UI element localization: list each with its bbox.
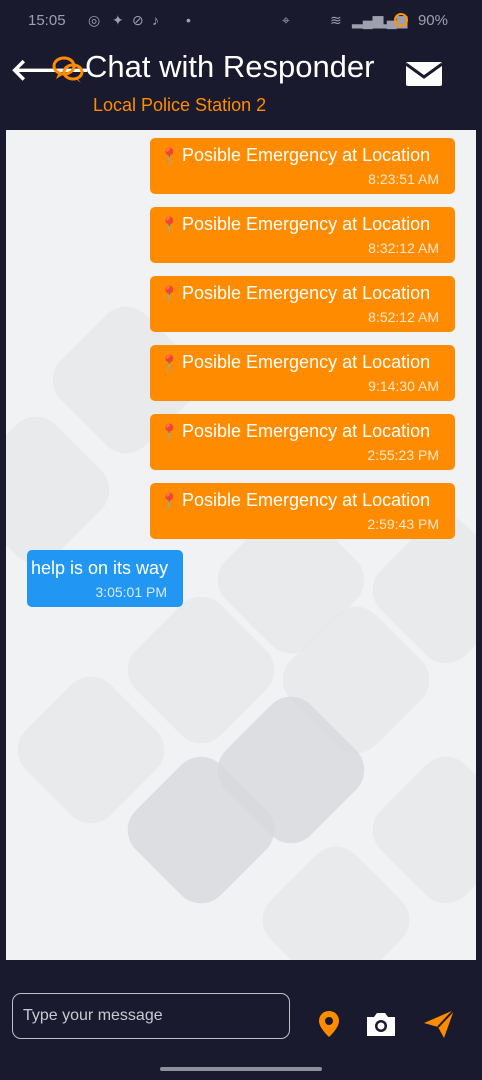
message-bubble-outgoing[interactable]: 📍 Posible Emergency at Location 2:55:23 … xyxy=(150,414,455,470)
location-pin-icon: 📍 xyxy=(160,493,179,510)
message-timestamp: 8:52:12 AM xyxy=(368,309,439,325)
message-timestamp: 2:59:43 PM xyxy=(367,516,439,532)
check-circle-icon: ⊘ xyxy=(132,12,144,28)
message-bubble-outgoing[interactable]: 📍 Posible Emergency at Location 8:32:12 … xyxy=(150,207,455,263)
dot-icon: • xyxy=(186,12,191,28)
chat-bubbles-icon xyxy=(52,56,84,83)
location-pin-icon: 📍 xyxy=(160,217,179,234)
location-pin-icon: 📍 xyxy=(160,286,179,303)
message-timestamp: 2:55:23 PM xyxy=(367,447,439,463)
page-title: Chat with Responder xyxy=(85,49,375,84)
message-text: Posible Emergency at Location xyxy=(182,421,431,441)
message-timestamp: 8:23:51 AM xyxy=(368,171,439,187)
tiktok-icon: ♪ xyxy=(152,12,159,28)
home-indicator[interactable] xyxy=(160,1067,322,1071)
send-icon[interactable] xyxy=(422,1008,456,1040)
message-text: Posible Emergency at Location xyxy=(182,145,431,165)
message-timestamp: 9:14:30 AM xyxy=(368,378,439,394)
back-button[interactable]: 🡐 xyxy=(10,54,90,88)
message-bubble-outgoing[interactable]: 📍 Posible Emergency at Location 2:59:43 … xyxy=(150,483,455,539)
location-pin-icon[interactable] xyxy=(318,1010,340,1038)
message-bubble-outgoing[interactable]: 📍 Posible Emergency at Location 9:14:30 … xyxy=(150,345,455,401)
camera-icon[interactable] xyxy=(364,1010,398,1038)
message-text: Posible Emergency at Location xyxy=(182,214,431,234)
chat-header: 🡐 Chat with Responder Local Police Stati… xyxy=(0,40,482,124)
chat-messages-area[interactable]: 📍 Posible Emergency at Location 8:23:51 … xyxy=(6,130,476,960)
message-bubble-outgoing[interactable]: 📍 Posible Emergency at Location 8:52:12 … xyxy=(150,276,455,332)
battery-saver-icon xyxy=(394,13,408,27)
activity-icon: ✦ xyxy=(112,12,124,28)
message-text: Posible Emergency at Location xyxy=(182,283,431,303)
wifi-icon: ≋ xyxy=(330,12,342,28)
message-input[interactable] xyxy=(12,993,290,1039)
message-text: help is on its way xyxy=(31,558,169,578)
location-pin-icon: 📍 xyxy=(160,148,179,165)
battery-level: 90% xyxy=(417,12,448,29)
message-timestamp: 3:05:01 PM xyxy=(95,584,167,600)
message-timestamp: 8:32:12 AM xyxy=(368,240,439,256)
message-text: Posible Emergency at Location xyxy=(182,352,431,372)
location-pin-icon: 📍 xyxy=(160,355,179,372)
whatsapp-icon: ◎ xyxy=(88,12,101,28)
location-status-icon: ⌖ xyxy=(282,12,290,28)
message-bubble-incoming[interactable]: help is on its way 3:05:01 PM xyxy=(27,550,183,607)
location-pin-icon: 📍 xyxy=(160,424,179,441)
responder-name: Local Police Station 2 xyxy=(93,95,267,115)
status-bar: 15:05 ◎ ✦ ⊘ ♪ • ⌖ ≋ ▂▄▆ ▂▄▆ 90% xyxy=(0,0,482,40)
message-composer xyxy=(0,960,482,1060)
mail-icon[interactable] xyxy=(404,58,444,90)
message-text: Posible Emergency at Location xyxy=(182,490,431,510)
message-bubble-outgoing[interactable]: 📍 Posible Emergency at Location 8:23:51 … xyxy=(150,138,455,194)
status-time: 15:05 xyxy=(28,12,66,29)
